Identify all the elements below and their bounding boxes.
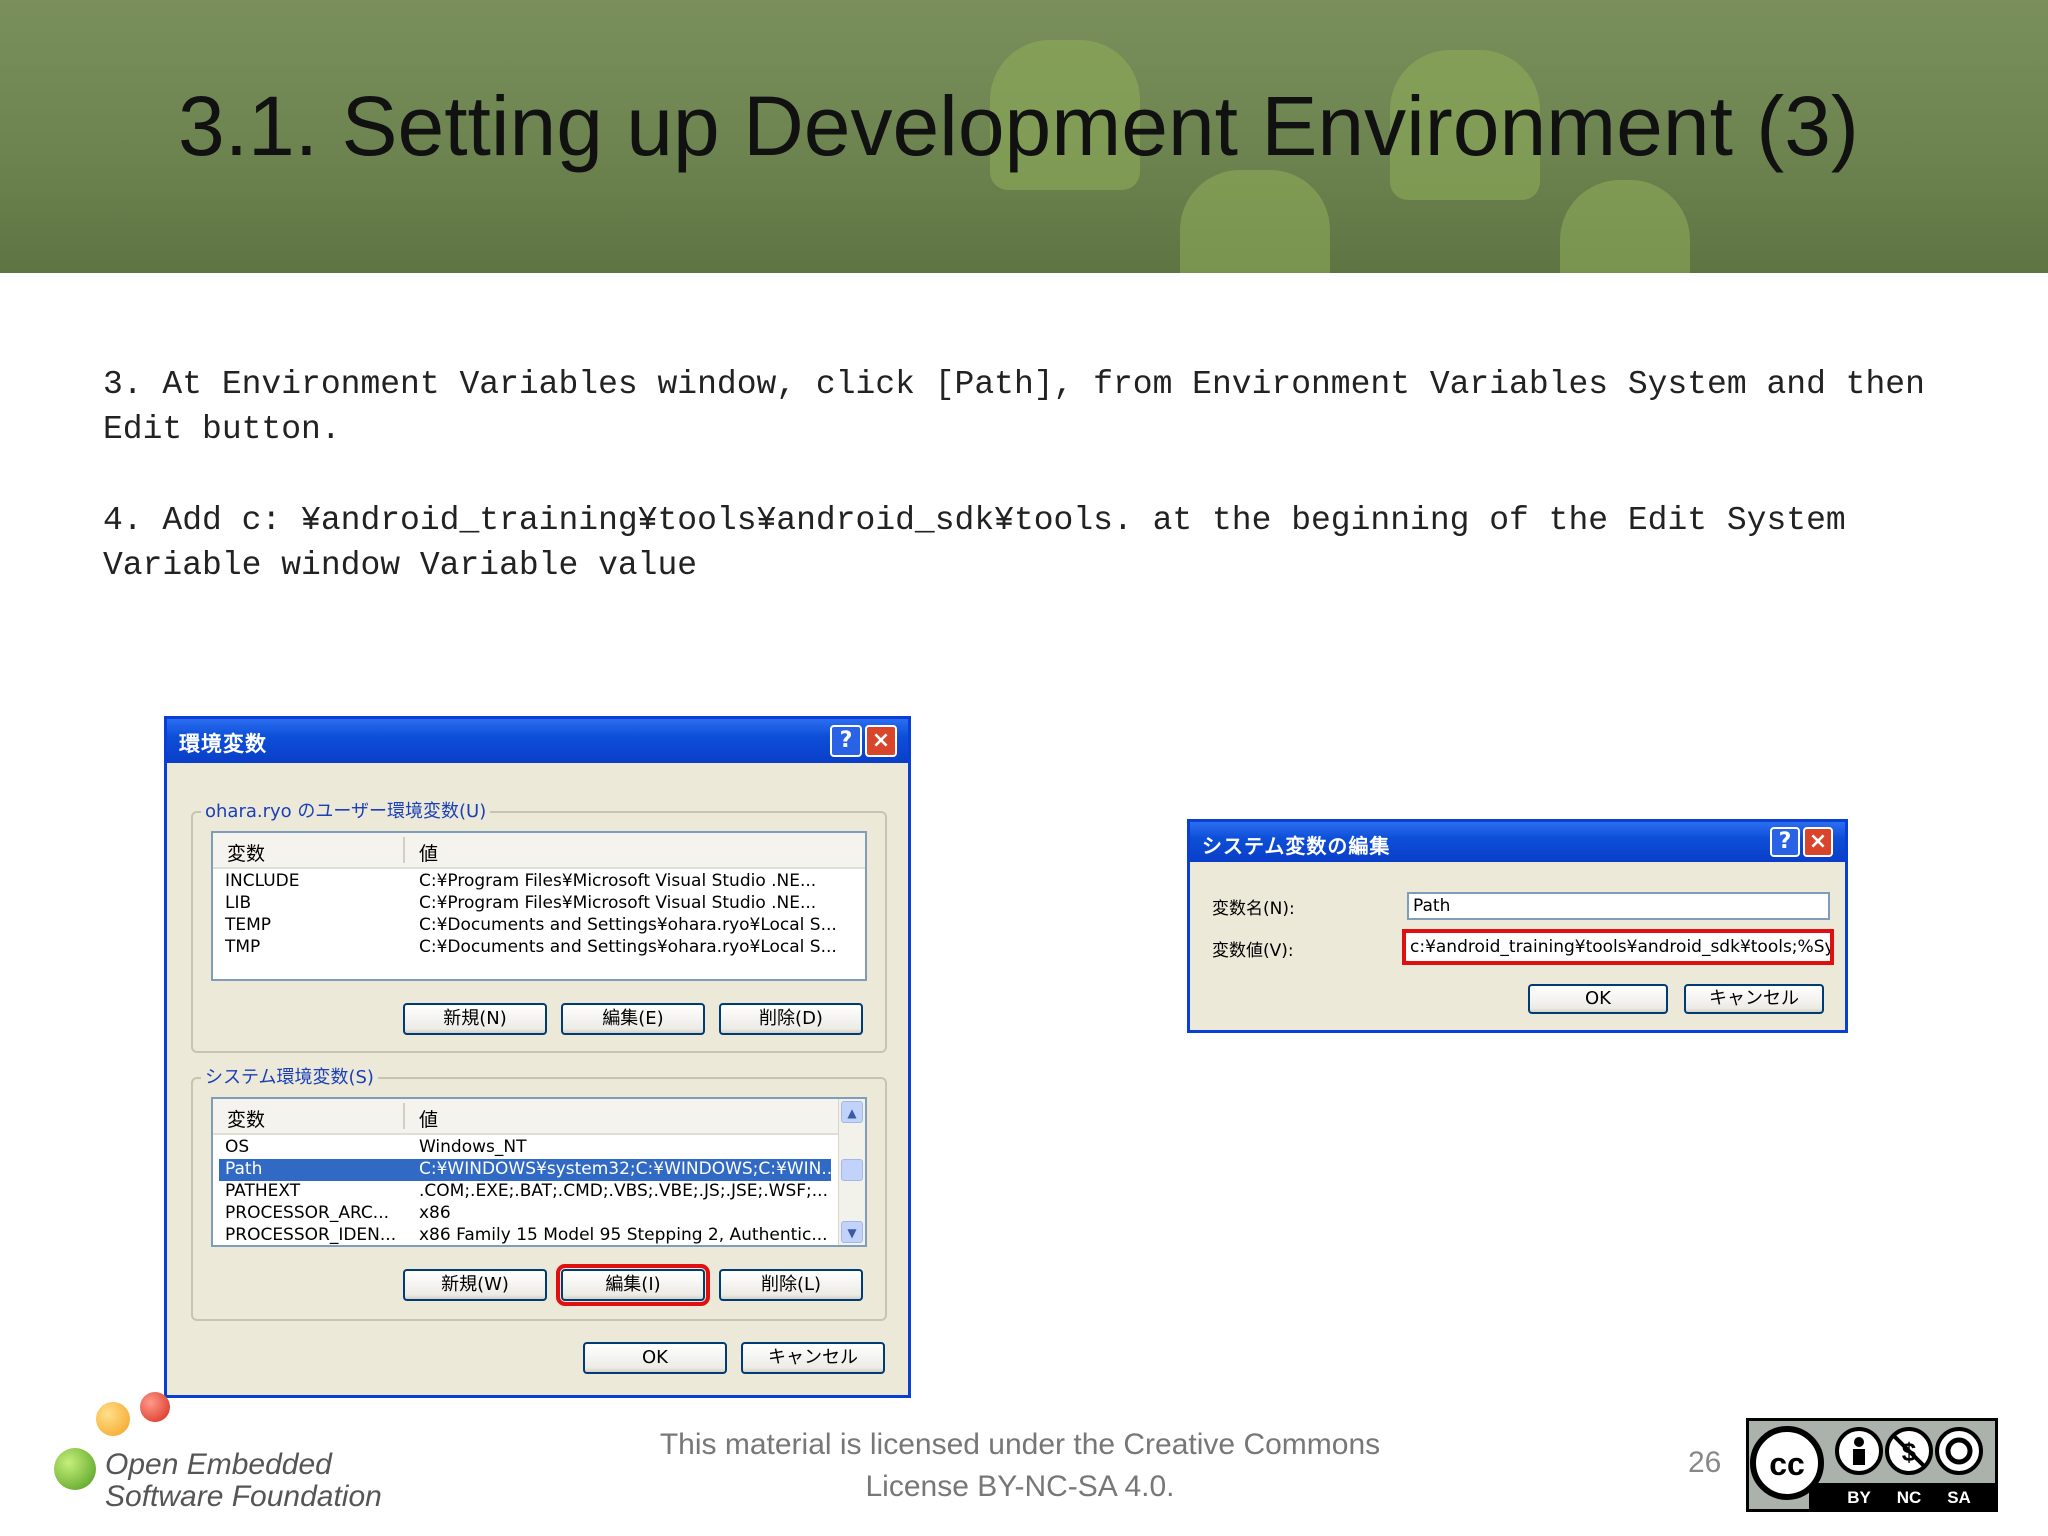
user-variables-list[interactable]: 変数 値 INCLUDE C:¥Program Files¥Microsoft V…: [211, 831, 867, 981]
cancel-button[interactable]: キャンセル: [741, 1342, 885, 1374]
scroll-up-icon[interactable]: ▲: [841, 1101, 863, 1123]
variable-name: LIB: [225, 893, 252, 913]
variable-value: C:¥Program Files¥Microsoft Visual Studio…: [419, 871, 817, 891]
list-item[interactable]: TMP C:¥Documents and Settings¥ohara.ryo¥L…: [219, 937, 839, 959]
oesf-logo: Open Embedded Software Foundation: [40, 1392, 400, 1532]
system-new-button[interactable]: 新規(W): [403, 1269, 547, 1301]
slide-title: 3.1. Setting up Development Environment …: [178, 79, 1859, 173]
variable-name: TEMP: [225, 915, 272, 935]
user-edit-button[interactable]: 編集(E): [561, 1003, 705, 1035]
variable-value: C:¥Documents and Settings¥ohara.ryo¥Loca…: [419, 915, 837, 935]
android-mascot-decoration: [1560, 180, 1690, 273]
user-variables-label: ohara.ryo のユーザー環境変数(U): [201, 797, 491, 823]
android-mascot-decoration: [1180, 170, 1330, 273]
scroll-thumb[interactable]: [841, 1159, 863, 1181]
logo-text-line1: Open Embedded: [105, 1448, 332, 1481]
step-4-text: 4. Add c: ¥android_training¥tools¥androi…: [103, 502, 1866, 584]
dialog-title: 環境変数: [179, 732, 267, 756]
slide-header: 3.1. Setting up Development Environment …: [0, 0, 2048, 273]
ok-button[interactable]: OK: [1528, 984, 1668, 1014]
dialog-title: システム変数の編集: [1202, 834, 1391, 858]
variable-name: PATHEXT: [225, 1181, 301, 1201]
column-header-value[interactable]: 値: [419, 1105, 438, 1132]
cc-badge-by: BY: [1847, 1488, 1871, 1507]
column-separator: [403, 837, 405, 863]
dialog-titlebar[interactable]: 環境変数 ? ×: [167, 719, 908, 763]
variable-value: x86: [419, 1203, 451, 1223]
variable-value: x86 Family 15 Model 95 Stepping 2, Authe…: [419, 1225, 828, 1245]
variable-name: PROCESSOR_ARC...: [225, 1203, 390, 1223]
list-header: 変数 値: [213, 1099, 839, 1135]
list-item[interactable]: INCLUDE C:¥Program Files¥Microsoft Visual…: [219, 871, 839, 893]
user-variables-group: ohara.ryo のユーザー環境変数(U) 変数 値 INCLUDE C:¥Pr…: [191, 797, 887, 1053]
variable-name-label: 変数名(N):: [1212, 899, 1295, 919]
vertical-scrollbar[interactable]: ▲ ▼: [838, 1099, 865, 1245]
edit-system-variable-dialog: システム変数の編集 ? × 変数名(N): Path 変数値(V): c:¥an…: [1187, 819, 1848, 1033]
logo-orange-ball: [96, 1402, 130, 1436]
variable-name: INCLUDE: [225, 871, 300, 891]
logo-red-ball: [140, 1392, 170, 1422]
variable-value: Windows_NT: [419, 1137, 527, 1157]
variable-value: .COM;.EXE;.BAT;.CMD;.VBS;.VBE;.JS;.JSE;.…: [419, 1181, 828, 1201]
list-item[interactable]: LIB C:¥Program Files¥Microsoft Visual Stu…: [219, 893, 839, 915]
variable-value: C:¥WINDOWS¥system32;C:¥WINDOWS;C:¥WIN...: [419, 1159, 838, 1179]
environment-variables-dialog: 環境変数 ? × ohara.ryo のユーザー環境変数(U) 変数 値 INC…: [164, 716, 911, 1398]
close-button[interactable]: ×: [865, 725, 897, 757]
ok-button[interactable]: OK: [583, 1342, 727, 1374]
help-button[interactable]: ?: [830, 725, 862, 757]
logo-green-ball: [54, 1448, 96, 1490]
user-new-button[interactable]: 新規(N): [403, 1003, 547, 1035]
step-3-text: 3. At Environment Variables window, clic…: [103, 366, 1945, 448]
variable-value-label: 変数値(V):: [1212, 941, 1294, 961]
variable-name: Path: [225, 1159, 263, 1179]
column-header-variable[interactable]: 変数: [227, 839, 265, 866]
close-button[interactable]: ×: [1803, 827, 1833, 857]
help-button[interactable]: ?: [1770, 827, 1800, 857]
svg-text:cc: cc: [1769, 1446, 1805, 1482]
page-number: 26: [1688, 1446, 1722, 1479]
list-item[interactable]: TEMP C:¥Documents and Settings¥ohara.ryo¥…: [219, 915, 839, 937]
variable-value-field[interactable]: c:¥android_training¥tools¥android_sdk¥to…: [1402, 929, 1834, 965]
variable-name: TMP: [225, 937, 261, 957]
column-header-value[interactable]: 値: [419, 839, 438, 866]
cancel-button[interactable]: キャンセル: [1684, 984, 1824, 1014]
variable-value: C:¥Program Files¥Microsoft Visual Studio…: [419, 893, 817, 913]
system-variables-list[interactable]: 変数 値 OS Windows_NT Path C:¥WINDOWS¥system3…: [211, 1097, 867, 1247]
logo-text-line2: Software Foundation: [105, 1480, 382, 1513]
system-variables-group: システム環境変数(S) 変数 値 OS Windows_NT Path C:¥WIN…: [191, 1063, 887, 1321]
system-variables-label: システム環境変数(S): [201, 1063, 378, 1089]
dialog-titlebar[interactable]: システム変数の編集 ? ×: [1190, 822, 1845, 862]
list-header: 変数 値: [213, 833, 865, 869]
list-item[interactable]: PROCESSOR_ARC... x86: [219, 1203, 831, 1225]
user-delete-button[interactable]: 削除(D): [719, 1003, 863, 1035]
license-text: This material is licensed under the Crea…: [659, 1428, 1381, 1503]
column-header-variable[interactable]: 変数: [227, 1105, 265, 1132]
list-item-path-selected[interactable]: Path C:¥WINDOWS¥system32;C:¥WINDOWS;C:¥WI…: [219, 1159, 838, 1181]
list-item[interactable]: OS Windows_NT: [219, 1137, 831, 1159]
system-edit-button[interactable]: 編集(I): [556, 1264, 710, 1306]
system-delete-button[interactable]: 削除(L): [719, 1269, 863, 1301]
variable-name: OS: [225, 1137, 250, 1157]
cc-badge-sa: SA: [1947, 1488, 1971, 1507]
cc-badge-nc: NC: [1897, 1488, 1922, 1507]
variable-value: C:¥Documents and Settings¥ohara.ryo¥Loca…: [419, 937, 837, 957]
cc-license-icon: cc $ BY NC SA: [1749, 1421, 1995, 1509]
creative-commons-badge: cc $ BY NC SA: [1746, 1418, 1998, 1512]
variable-name-field[interactable]: Path: [1407, 892, 1830, 920]
list-item[interactable]: PROCESSOR_IDEN... x86 Family 15 Model 95 …: [219, 1225, 831, 1245]
list-item[interactable]: PATHEXT .COM;.EXE;.BAT;.CMD;.VBS;.VBE;.JS…: [219, 1181, 831, 1203]
variable-name: PROCESSOR_IDEN...: [225, 1225, 397, 1245]
column-separator: [403, 1103, 405, 1129]
scroll-down-icon[interactable]: ▼: [841, 1221, 863, 1243]
